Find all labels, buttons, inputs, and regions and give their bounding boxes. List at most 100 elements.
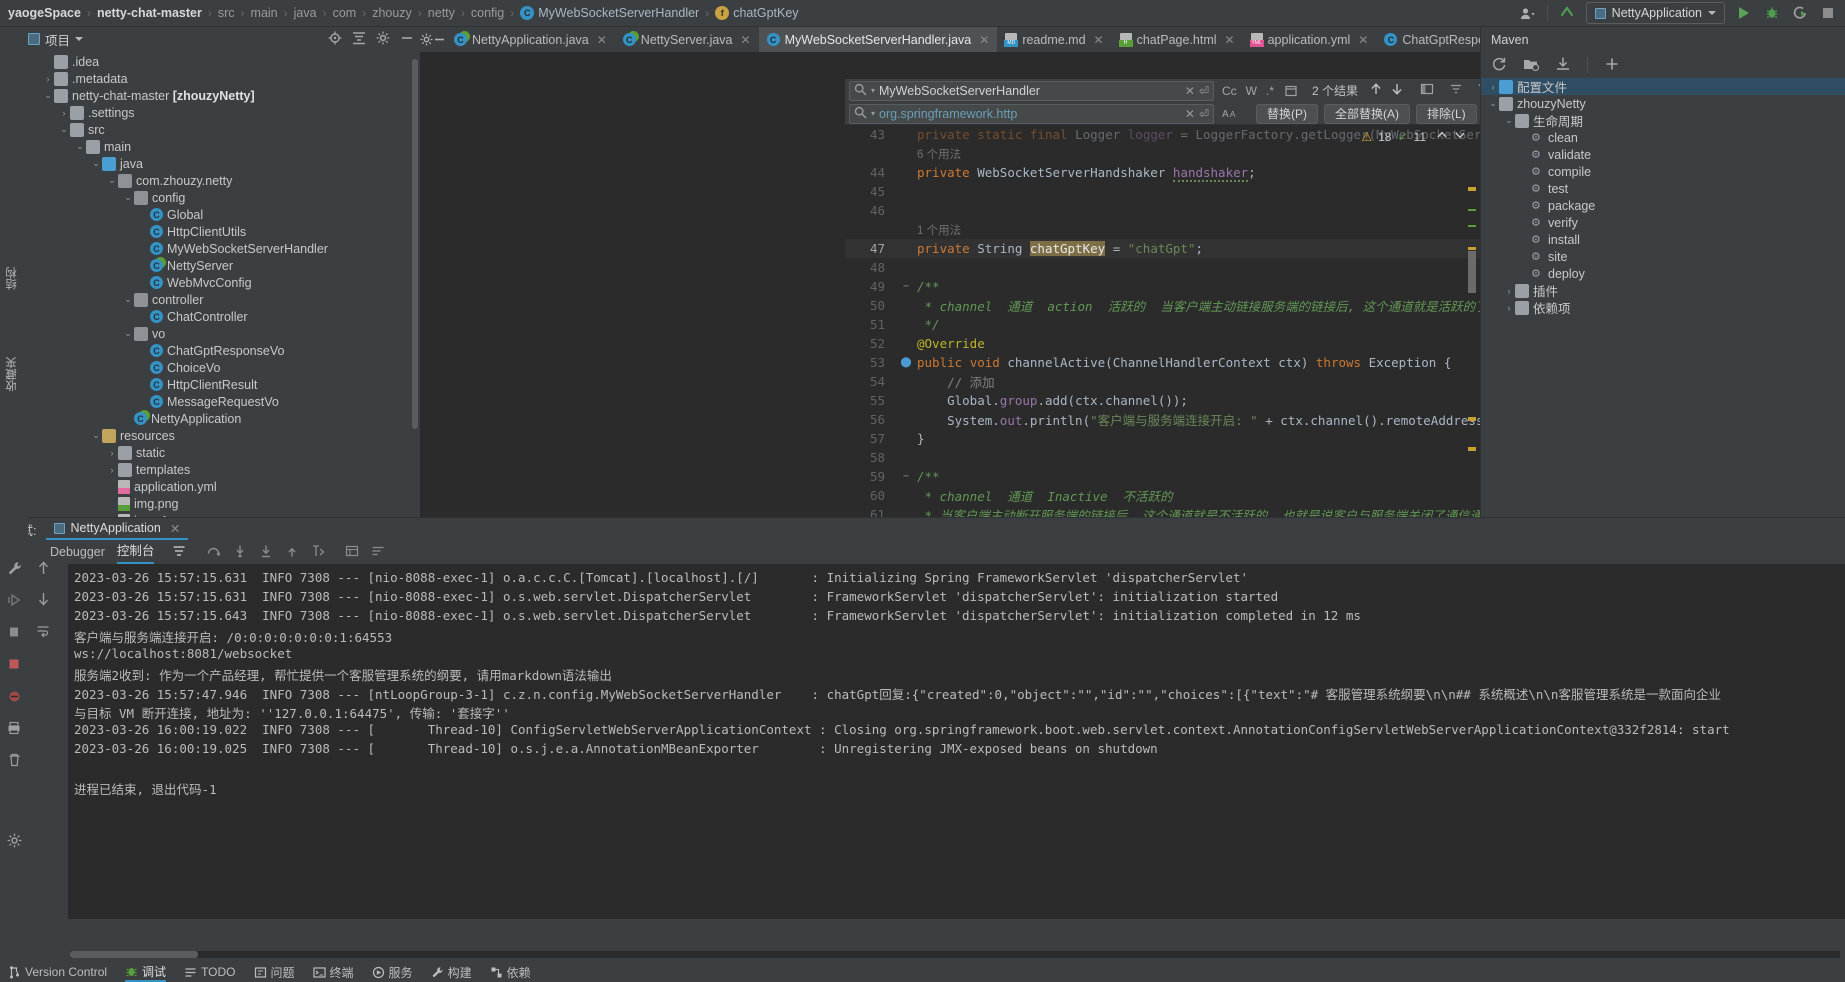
maven-tree-row[interactable]: ⌄ zhouzyNetty xyxy=(1481,95,1845,112)
chevron-down-icon[interactable]: ⌄ xyxy=(122,294,134,305)
console-output[interactable]: 2023-03-26 15:57:15.631 INFO 7308 --- [n… xyxy=(68,564,1845,919)
project-tree-row[interactable]: application.yml xyxy=(22,478,420,495)
run-to-cursor-icon[interactable] xyxy=(311,544,325,561)
mute-breakpoints-icon[interactable] xyxy=(5,687,23,705)
breadcrumb-item[interactable]: C MyWebSocketServerHandler xyxy=(520,6,699,20)
project-tree-row[interactable]: ⌄ com.zhouzy.netty xyxy=(22,172,420,189)
chevron-down-icon[interactable]: ⌄ xyxy=(74,141,86,152)
editor-tab[interactable]: C NettyServer.java ✕ xyxy=(615,27,759,52)
maven-tree-row[interactable]: › 依赖项 xyxy=(1481,299,1845,316)
project-tree-row[interactable]: C HttpClientResult xyxy=(22,376,420,393)
arrow-down-icon[interactable] xyxy=(1391,82,1403,99)
status-item-version-control[interactable]: Version Control xyxy=(8,965,107,979)
maven-tree-row[interactable]: ⚙ compile xyxy=(1481,163,1845,180)
breadcrumb-item[interactable]: com xyxy=(333,6,357,20)
marker-change[interactable] xyxy=(1468,225,1476,227)
hide-icon[interactable] xyxy=(400,31,414,48)
chevron-right-icon[interactable]: › xyxy=(58,108,70,118)
project-tree[interactable]: .idea › .metadata ⌄ netty-chat-master [zhouz… xyxy=(22,51,420,517)
chevron-right-icon[interactable]: › xyxy=(42,74,54,84)
editor-tab[interactable]: C MyWebSocketServerHandler.java ✕ xyxy=(758,27,998,52)
evaluate-icon[interactable] xyxy=(345,544,359,561)
project-tree-row[interactable]: .idea xyxy=(22,53,420,70)
maven-tree-row[interactable]: › 插件 xyxy=(1481,282,1845,299)
arrow-up-icon[interactable] xyxy=(1370,82,1382,99)
project-tree-row[interactable]: C NettyServer xyxy=(22,257,420,274)
editor-marker-bar[interactable] xyxy=(1468,147,1476,537)
regex-option[interactable]: .* xyxy=(1266,84,1274,98)
add-icon[interactable] xyxy=(1604,56,1620,75)
add-module-icon[interactable] xyxy=(1523,56,1540,75)
rail-label-structure[interactable]: 结构 xyxy=(4,267,20,290)
locate-icon[interactable] xyxy=(328,31,342,48)
search-history-caret-icon[interactable]: ▾ xyxy=(871,86,875,95)
chevron-down-icon[interactable]: ⌄ xyxy=(106,175,118,186)
breadcrumb-item[interactable]: config xyxy=(471,6,504,20)
clear-replace-icon[interactable]: ✕ xyxy=(1185,107,1195,121)
project-tree-row[interactable]: C MessageRequestVo xyxy=(22,393,420,410)
project-tree-row[interactable]: C ChatController xyxy=(22,308,420,325)
step-into-icon[interactable] xyxy=(233,544,247,561)
close-tab-icon[interactable]: ✕ xyxy=(1358,33,1368,47)
console-hscrollbar[interactable] xyxy=(70,951,1840,958)
maven-tree-row[interactable]: ⌄ 生命周期 xyxy=(1481,112,1845,129)
debug-icon[interactable] xyxy=(1763,4,1781,22)
run-with-coverage-icon[interactable] xyxy=(1791,4,1809,22)
download-sources-icon[interactable] xyxy=(1555,56,1571,75)
console-settings-icon[interactable] xyxy=(371,544,385,561)
project-tree-row[interactable]: › static xyxy=(22,444,420,461)
collapse-all-icon[interactable] xyxy=(352,31,366,48)
replace-button[interactable]: 替换(P) xyxy=(1256,103,1318,124)
tab-console[interactable]: 控制台 xyxy=(116,540,155,564)
breadcrumb-item[interactable]: f chatGptKey xyxy=(715,6,799,20)
close-tab-icon[interactable]: ✕ xyxy=(597,33,607,47)
chevron-right-icon[interactable]: › xyxy=(1503,286,1515,296)
soft-wrap-icon[interactable] xyxy=(36,624,50,641)
project-tree-row[interactable]: C WebMvcConfig xyxy=(22,274,420,291)
status-item-terminal[interactable]: 终端 xyxy=(312,964,354,981)
project-tree-row[interactable]: C Global xyxy=(22,206,420,223)
search-settings-icon[interactable] xyxy=(1449,82,1463,99)
maven-tree-row[interactable]: ⚙ site xyxy=(1481,248,1845,265)
chevron-down-icon[interactable]: ⌄ xyxy=(90,158,102,169)
stop-icon[interactable] xyxy=(1819,4,1837,22)
maven-tree-row[interactable]: ⚙ install xyxy=(1481,231,1845,248)
status-item-services[interactable]: 服务 xyxy=(372,964,413,981)
editor-tabs[interactable]: C NettyApplication.java ✕ C NettyServer.java… xyxy=(446,27,1640,52)
marker-warning[interactable] xyxy=(1468,417,1476,421)
breadcrumb-item[interactable]: src xyxy=(218,6,235,20)
project-tree-row[interactable]: ⌄ controller xyxy=(22,291,420,308)
status-item-todo[interactable]: TODO xyxy=(184,965,236,979)
chevron-right-icon[interactable]: › xyxy=(1487,82,1499,92)
chevron-down-icon[interactable]: ⌄ xyxy=(1487,98,1499,109)
chevron-down-icon[interactable]: ⌄ xyxy=(90,430,102,441)
step-out-icon[interactable] xyxy=(285,544,299,561)
rail-label-bookmarks[interactable]: 收藏夹 xyxy=(4,357,20,392)
project-tree-row[interactable]: ⌄ config xyxy=(22,189,420,206)
close-tab-icon[interactable]: ✕ xyxy=(979,33,989,47)
inspection-prev-icon[interactable] xyxy=(1436,129,1448,144)
chevron-right-icon[interactable]: › xyxy=(106,465,118,475)
status-item-build[interactable]: 构建 xyxy=(431,964,472,981)
project-tree-row[interactable]: ⌄ resources xyxy=(22,427,420,444)
project-tree-row[interactable]: › .settings xyxy=(22,104,420,121)
search-newline-icon[interactable]: ⏎ xyxy=(1199,84,1209,98)
status-item-problems[interactable]: 问题 xyxy=(254,964,295,981)
breadcrumb-item[interactable]: main xyxy=(251,6,278,20)
project-tree-row[interactable]: ⌄ vo xyxy=(22,325,420,342)
editor-tab[interactable]: C NettyApplication.java ✕ xyxy=(446,27,615,52)
project-tree-scrollbar[interactable] xyxy=(412,59,418,429)
status-item-dependencies[interactable]: 依赖 xyxy=(490,964,531,981)
breadcrumb-item[interactable]: java xyxy=(294,6,317,20)
editor-tab[interactable]: readme.md ✕ xyxy=(997,27,1111,52)
project-tree-row[interactable]: C ChoiceVo xyxy=(22,359,420,376)
scroll-to-bottom-icon[interactable] xyxy=(37,592,50,610)
filter-scope-icon[interactable] xyxy=(1284,84,1298,98)
project-tree-row[interactable]: › .metadata xyxy=(22,70,420,87)
clear-search-icon[interactable]: ✕ xyxy=(1185,84,1195,98)
refresh-icon[interactable] xyxy=(1491,56,1507,75)
pause-icon[interactable] xyxy=(5,623,23,641)
vcs-update-icon[interactable] xyxy=(1558,4,1576,22)
hide-editor-icon[interactable] xyxy=(433,27,446,52)
open-in-find-window-icon[interactable] xyxy=(1420,82,1434,99)
